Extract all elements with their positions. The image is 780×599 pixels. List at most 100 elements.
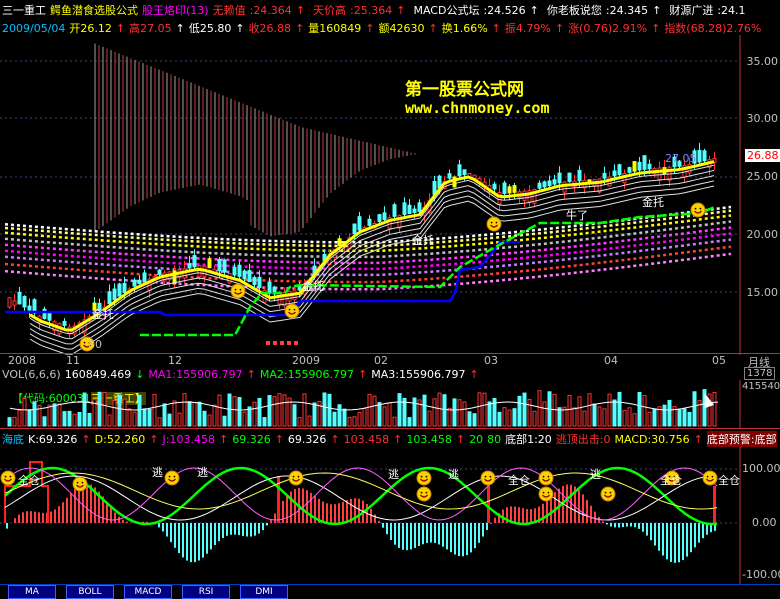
candle-body [408,205,411,213]
volume-bar [378,403,381,426]
volume-bar [13,417,16,426]
candle-body [23,297,26,307]
macd-bar [122,520,124,523]
time-label-2009: 2009 [292,354,320,367]
cloud-hatch [95,44,415,237]
volume-bar [638,392,641,426]
macd-bar [642,523,644,532]
macd-bar [594,512,596,523]
macd-bar [410,523,412,549]
macd-bar [166,523,168,537]
candle-body [448,174,451,178]
volume-chart[interactable] [0,380,780,428]
macd-bar [6,523,8,529]
candle-body [383,213,386,220]
ind-warn: 底部预警:底部 [707,431,777,447]
quote-high: 高27.05 [129,20,172,36]
volume-bar [588,394,591,426]
macd-bar [478,523,480,543]
macd-bar [302,488,304,523]
fullpos-signal-3: 全仓 [660,472,682,488]
ind-bottom: 底部1:20 [505,431,552,447]
candle-body [493,184,496,189]
macd-bar [418,523,420,546]
macd-bar [262,523,264,530]
macd-bar [186,523,188,561]
macd-bar [38,512,40,523]
macd-bar [698,523,700,543]
candle-body [563,182,566,192]
macd-bar [682,523,684,560]
quote-open: 开26.12 [69,20,112,36]
volume-bar [633,414,636,426]
macd-bar [470,523,472,552]
macd-bar [670,523,672,562]
volume-bar [533,411,536,426]
indicator-header: 海底 K:69.326 ↑ D:52.260 ↑ J:103.458 ↑ 69.… [2,431,780,447]
macd-bar [126,522,128,523]
volume-bar [583,411,586,426]
candle-body [143,273,146,281]
macd-bar [86,483,88,523]
macd-bar [654,523,656,546]
macd-bar [174,523,176,548]
ind-escape: 逃顶出击:0 [556,431,611,447]
smiley-icon [289,471,303,485]
volume-bar [348,417,351,426]
macd-bar [614,523,616,527]
volume-bar [438,393,441,426]
volume-bars [8,390,718,426]
macd-bar [650,523,652,540]
macd-bar [334,504,336,523]
volume-bar [58,404,61,426]
volume-bar [28,410,31,426]
macd-bar [50,512,52,523]
chart-header: 三一重工 鳄鱼潜食选股公式 股王烙印(13) 无赖值:24.364↑ 天价高:2… [2,2,754,18]
macd-bar [466,523,468,555]
volume-bar [608,394,611,426]
time-label-03: 03 [484,354,498,367]
price-tick-5: 15.00 [747,286,779,299]
smiley-icon [417,471,431,485]
volume-bar [108,415,111,426]
volume-bar [158,418,161,426]
macd-histogram [5,462,716,563]
macd-bar [162,523,164,532]
macd-bar [130,522,132,523]
watermark-url: www.chnmoney.com [405,99,550,117]
macd-bar [178,523,180,553]
candle-body [548,181,551,186]
indicator-smileys [1,471,717,501]
candle-body [703,151,706,161]
candle-body [338,239,341,246]
macd-bar [566,485,568,523]
smiley-icon [481,471,495,485]
ma-band [5,222,731,257]
smiley-icon [691,203,705,217]
volume-bar [293,405,296,426]
volume-bar [278,394,281,426]
volume-bar [573,408,576,426]
volume-bar [83,393,86,426]
candle-body [48,313,51,320]
macd-bar [198,523,200,560]
escape-signal-3: 逃 [388,466,399,482]
tuo-label-3: 金托 [412,232,434,248]
volume-bar [433,399,436,426]
volume-bar [193,402,196,426]
macd-bar [430,523,432,543]
volume-bar [693,392,696,426]
ind-v2: 69.326 [288,433,327,446]
candle-body [458,165,461,176]
watermark-title: 第一股票公式网 [405,75,524,100]
macd-bar [634,523,636,527]
macd-bar [226,523,228,536]
macd-bar [422,523,424,544]
candle-body [238,265,241,276]
volume-bar [98,392,101,426]
quote-low: 低25.80 [189,20,232,36]
macd-bar [638,523,640,529]
macd-bar [602,521,604,523]
macd-bar [218,523,220,541]
candle-body [508,187,511,193]
